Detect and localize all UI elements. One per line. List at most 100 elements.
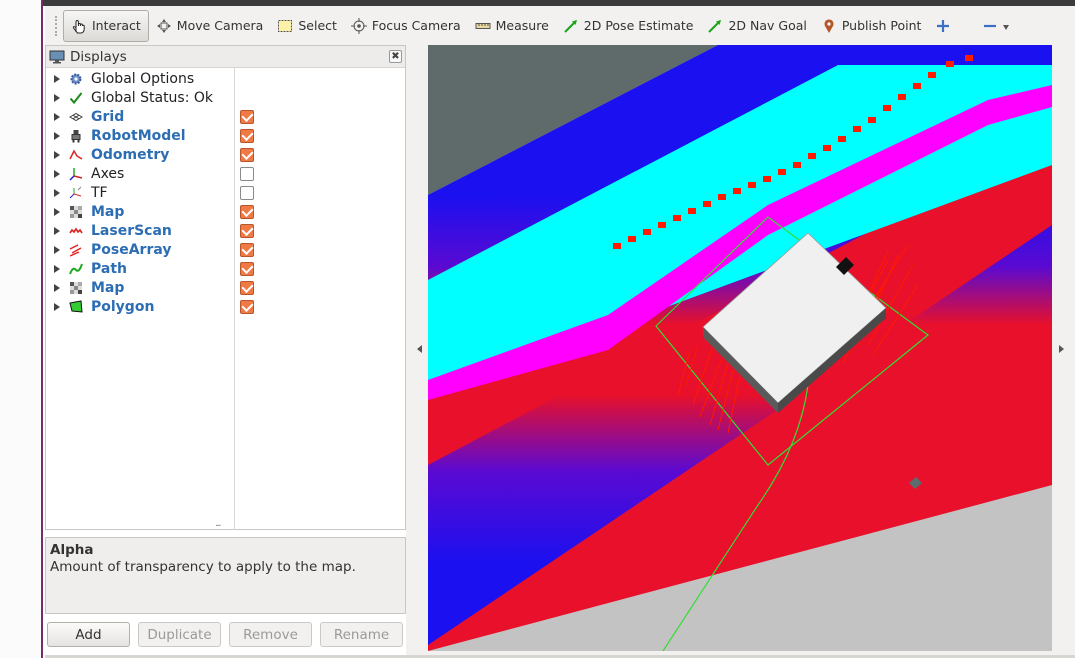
grid-icon xyxy=(68,109,84,125)
expand-arrow-icon[interactable] xyxy=(54,93,60,102)
collapse-right-arrow-icon[interactable] xyxy=(1059,345,1064,353)
nav-goal-tool-button[interactable]: 2D Nav Goal xyxy=(700,10,813,42)
display-row[interactable]: Grid xyxy=(46,107,405,126)
rename-button[interactable]: Rename xyxy=(320,622,403,647)
hand-pointer-icon xyxy=(71,18,87,34)
display-row[interactable]: Odometry xyxy=(46,145,405,164)
display-label: Map xyxy=(91,279,125,296)
robot-icon xyxy=(68,128,84,144)
3d-render-view[interactable] xyxy=(428,45,1052,651)
map-pin-icon xyxy=(821,18,837,34)
nav-goal-label: 2D Nav Goal xyxy=(728,18,807,33)
collapse-left-arrow-icon[interactable] xyxy=(417,345,422,353)
render-view-container xyxy=(406,45,1075,658)
enable-checkbox[interactable] xyxy=(240,109,254,124)
gear-icon xyxy=(68,71,84,87)
displays-tree: Global Options Global Status: Ok Grid Ro… xyxy=(46,68,407,530)
display-row[interactable]: Global Options xyxy=(46,69,405,88)
expand-arrow-icon[interactable] xyxy=(54,264,60,273)
display-label: Axes xyxy=(91,165,125,182)
expand-arrow-icon[interactable] xyxy=(54,112,60,121)
interact-tool-button[interactable]: Interact xyxy=(63,9,149,42)
expand-arrow-icon[interactable] xyxy=(54,131,60,140)
panel-splitter-handle[interactable] xyxy=(45,521,406,536)
displays-panel-header: Displays ✖ xyxy=(46,46,405,68)
map-icon xyxy=(68,204,84,220)
axes-icon xyxy=(68,166,84,182)
publish-point-tool-button[interactable]: Publish Point xyxy=(814,10,929,42)
display-label: Path xyxy=(91,260,127,277)
pose-estimate-tool-button[interactable]: 2D Pose Estimate xyxy=(556,10,701,42)
move-camera-tool-button[interactable]: Move Camera xyxy=(149,10,271,42)
odometry-icon xyxy=(68,147,84,163)
enable-checkbox[interactable] xyxy=(240,280,254,295)
pose-estimate-arrow-icon xyxy=(563,18,579,34)
measure-label: Measure xyxy=(495,18,549,33)
description-title: Alpha xyxy=(50,542,94,558)
enable-checkbox[interactable] xyxy=(240,147,254,162)
display-label: PoseArray xyxy=(91,241,172,258)
plus-icon xyxy=(935,18,951,34)
display-row[interactable]: Path xyxy=(46,259,405,278)
expand-arrow-icon[interactable] xyxy=(54,188,60,197)
expand-arrow-icon[interactable] xyxy=(54,74,60,83)
select-icon xyxy=(277,18,293,34)
display-label: Polygon xyxy=(91,298,155,315)
add-tool-button[interactable] xyxy=(928,10,963,42)
duplicate-button[interactable]: Duplicate xyxy=(138,622,221,647)
display-label: Global Status: Ok xyxy=(91,89,214,106)
display-row[interactable]: Global Status: Ok xyxy=(46,88,405,107)
displays-title: Displays xyxy=(70,48,127,65)
enable-checkbox[interactable] xyxy=(240,242,254,257)
display-row[interactable]: Polygon xyxy=(46,297,405,316)
posearray-icon xyxy=(68,242,84,258)
enable-checkbox[interactable] xyxy=(240,261,254,276)
display-row[interactable]: Map xyxy=(46,278,405,297)
enable-checkbox[interactable] xyxy=(240,166,254,181)
enable-checkbox[interactable] xyxy=(240,185,254,200)
display-row[interactable]: RobotModel xyxy=(46,126,405,145)
expand-arrow-icon[interactable] xyxy=(54,169,60,178)
remove-tool-menu-button[interactable] xyxy=(975,10,1016,42)
minus-icon xyxy=(982,18,998,34)
enable-checkbox[interactable] xyxy=(240,128,254,143)
move-camera-label: Move Camera xyxy=(176,18,264,33)
enable-checkbox[interactable] xyxy=(240,299,254,314)
displays-button-bar: Add Duplicate Remove Rename xyxy=(45,618,406,652)
expand-arrow-icon[interactable] xyxy=(54,207,60,216)
toolbar-grip[interactable] xyxy=(55,15,59,36)
add-button[interactable]: Add xyxy=(47,622,130,647)
expand-arrow-icon[interactable] xyxy=(54,283,60,292)
display-label: LaserScan xyxy=(91,222,172,239)
display-row[interactable]: Axes xyxy=(46,164,405,183)
expand-arrow-icon[interactable] xyxy=(54,150,60,159)
pose-estimate-label: 2D Pose Estimate xyxy=(583,18,694,33)
map-icon xyxy=(68,280,84,296)
select-label: Select xyxy=(298,18,337,33)
display-label: Grid xyxy=(91,108,125,125)
displays-panel: Displays ✖ Global Options Global Status:… xyxy=(45,45,406,530)
enable-checkbox[interactable] xyxy=(240,204,254,219)
display-row[interactable]: PoseArray xyxy=(46,240,405,259)
focus-camera-tool-button[interactable]: Focus Camera xyxy=(344,10,468,42)
display-label: Global Options xyxy=(91,70,195,87)
measure-tool-button[interactable]: Measure xyxy=(468,10,556,42)
expand-arrow-icon[interactable] xyxy=(54,226,60,235)
close-icon[interactable]: ✖ xyxy=(389,50,402,63)
display-row[interactable]: LaserScan xyxy=(46,221,405,240)
display-label: TF xyxy=(91,184,108,201)
focus-camera-label: Focus Camera xyxy=(371,18,461,33)
publish-point-label: Publish Point xyxy=(841,18,922,33)
display-row[interactable]: Map xyxy=(46,202,405,221)
display-row[interactable]: TF xyxy=(46,183,405,202)
path-icon xyxy=(68,261,84,277)
select-tool-button[interactable]: Select xyxy=(270,10,344,42)
window-left-edge xyxy=(0,0,43,658)
remove-button[interactable]: Remove xyxy=(229,622,312,647)
tf-icon xyxy=(68,185,84,201)
expand-arrow-icon[interactable] xyxy=(54,302,60,311)
enable-checkbox[interactable] xyxy=(240,223,254,238)
monitor-icon xyxy=(49,50,65,64)
expand-arrow-icon[interactable] xyxy=(54,245,60,254)
description-text: Amount of transparency to apply to the m… xyxy=(50,559,356,575)
